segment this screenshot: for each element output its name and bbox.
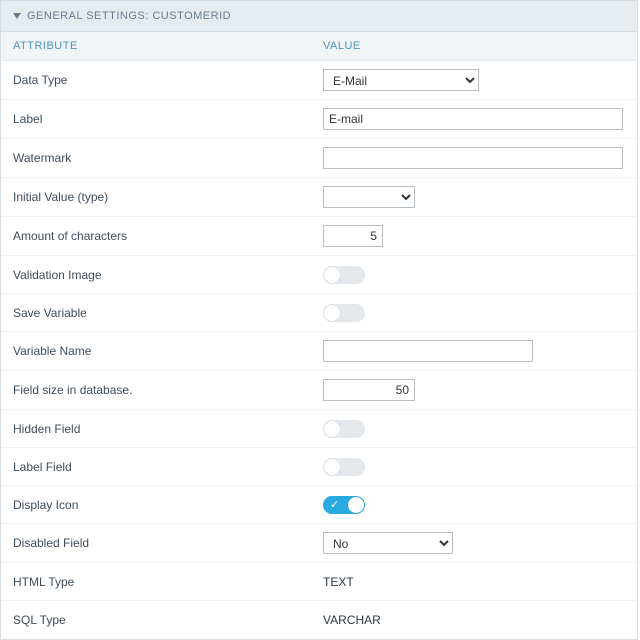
label-initial-value: Initial Value (type): [13, 190, 323, 204]
label-watermark: Watermark: [13, 151, 323, 165]
column-attribute: ATTRIBUTE: [13, 40, 323, 52]
label-display-icon: Display Icon: [13, 498, 323, 512]
display-icon-toggle[interactable]: ✓: [323, 496, 365, 514]
row-amount-chars: Amount of characters: [1, 217, 637, 256]
panel-title: GENERAL SETTINGS: CUSTOMERID: [27, 10, 231, 22]
general-settings-panel: GENERAL SETTINGS: CUSTOMERID ATTRIBUTE V…: [0, 0, 638, 640]
row-html-type: HTML Type TEXT: [1, 563, 637, 601]
label-sql-type: SQL Type: [13, 613, 323, 627]
collapse-icon: [13, 13, 21, 19]
validation-image-toggle[interactable]: [323, 266, 365, 284]
label-hidden-field: Hidden Field: [13, 422, 323, 436]
row-data-type: Data Type E-Mail: [1, 61, 637, 100]
label-label-field: Label Field: [13, 460, 323, 474]
columns-header: ATTRIBUTE VALUE: [1, 32, 637, 61]
amount-chars-input[interactable]: [323, 225, 383, 247]
disabled-field-select[interactable]: No: [323, 532, 453, 554]
row-label-field: Label Field: [1, 448, 637, 486]
hidden-field-toggle[interactable]: [323, 420, 365, 438]
label-input[interactable]: [323, 108, 623, 130]
label-data-type: Data Type: [13, 73, 323, 87]
row-validation-image: Validation Image: [1, 256, 637, 294]
row-disabled-field: Disabled Field No: [1, 524, 637, 563]
row-field-size: Field size in database.: [1, 371, 637, 410]
column-value: VALUE: [323, 40, 625, 52]
watermark-input[interactable]: [323, 147, 623, 169]
label-field-size: Field size in database.: [13, 383, 323, 397]
html-type-value: TEXT: [323, 575, 354, 589]
label-validation-image: Validation Image: [13, 268, 323, 282]
initial-value-select[interactable]: [323, 186, 415, 208]
label-disabled-field: Disabled Field: [13, 536, 323, 550]
row-initial-value: Initial Value (type): [1, 178, 637, 217]
save-variable-toggle[interactable]: [323, 304, 365, 322]
data-type-select[interactable]: E-Mail: [323, 69, 479, 91]
row-watermark: Watermark: [1, 139, 637, 178]
row-display-icon: Display Icon ✓: [1, 486, 637, 524]
panel-header[interactable]: GENERAL SETTINGS: CUSTOMERID: [1, 1, 637, 32]
label-label: Label: [13, 112, 323, 126]
check-icon: ✓: [330, 498, 339, 512]
row-save-variable: Save Variable: [1, 294, 637, 332]
label-save-variable: Save Variable: [13, 306, 323, 320]
label-variable-name: Variable Name: [13, 344, 323, 358]
field-size-input[interactable]: [323, 379, 415, 401]
variable-name-input[interactable]: [323, 340, 533, 362]
row-hidden-field: Hidden Field: [1, 410, 637, 448]
label-amount-chars: Amount of characters: [13, 229, 323, 243]
label-field-toggle[interactable]: [323, 458, 365, 476]
sql-type-value: VARCHAR: [323, 613, 381, 627]
label-html-type: HTML Type: [13, 575, 323, 589]
row-variable-name: Variable Name: [1, 332, 637, 371]
row-label: Label: [1, 100, 637, 139]
